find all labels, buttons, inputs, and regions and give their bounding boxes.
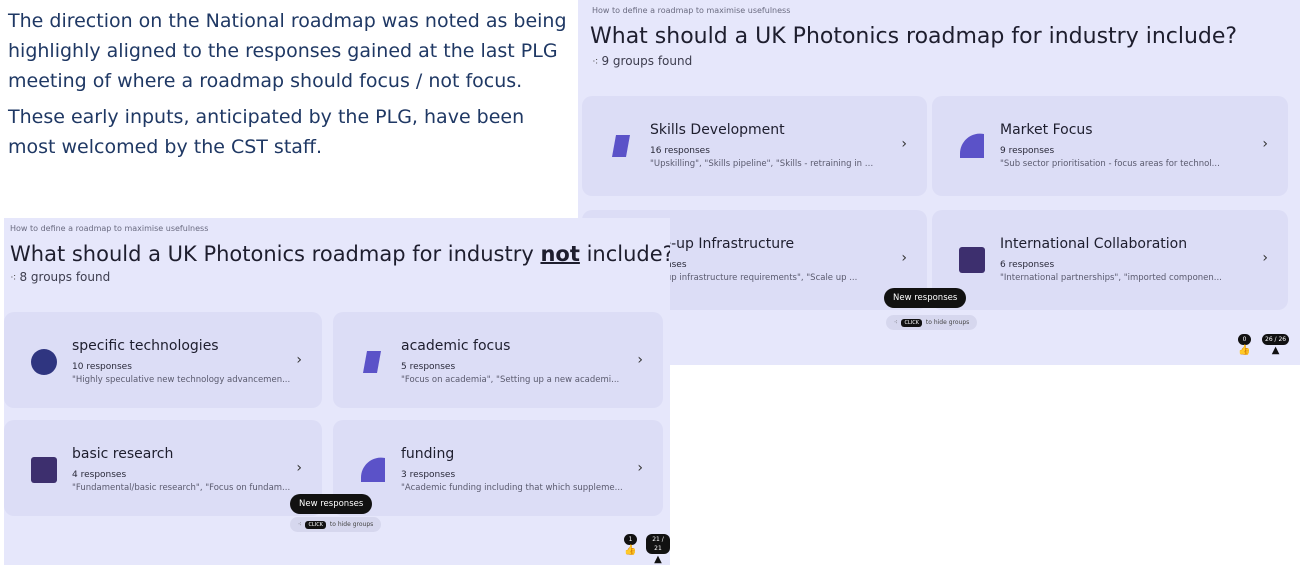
group-card[interactable]: academic focus 5 responses "Focus on aca…: [333, 312, 663, 408]
sparkle-icon: ⁖: [592, 55, 599, 68]
group-count: 10 responses: [72, 362, 132, 372]
hide-groups-label: to hide groups: [329, 521, 374, 528]
thumbs-up-icon: 👍: [1238, 345, 1251, 356]
sparkle-icon: ⁖: [10, 271, 17, 284]
group-card[interactable]: funding 3 responses "Academic funding in…: [333, 420, 663, 516]
groups-found-label: 8 groups found: [19, 270, 111, 284]
hide-groups-label: to hide groups: [925, 319, 970, 326]
square-shape-icon: [31, 457, 57, 483]
group-card[interactable]: Market Focus 9 responses "Sub sector pri…: [932, 96, 1288, 196]
new-responses-button[interactable]: New responses: [884, 288, 967, 308]
hide-groups-hint: ⁖ CLICK to hide groups: [290, 517, 382, 532]
group-name: basic research: [72, 446, 174, 462]
group-quote: "Focus on academia", "Setting up a new a…: [401, 375, 620, 385]
groups-found: ⁖ 9 groups found: [592, 54, 692, 68]
likes-count: 1: [624, 534, 637, 545]
sparkle-icon: ⁖: [298, 521, 302, 528]
group-count: 9 responses: [1000, 146, 1055, 156]
group-card[interactable]: basic research 4 responses "Fundamental/…: [4, 420, 322, 516]
slide-include: How to define a roadmap to maximise usef…: [578, 0, 1300, 365]
likes-stat: 0 👍: [1238, 334, 1251, 357]
click-key-badge: CLICK: [305, 521, 326, 529]
participants-stat: 21 / 21 ▲: [646, 534, 670, 565]
chevron-right-icon: ›: [1262, 250, 1268, 266]
slide-kicker: How to define a roadmap to maximise usef…: [592, 6, 791, 15]
group-count: 16 responses: [650, 146, 710, 156]
thumbs-up-icon: 👍: [624, 545, 637, 556]
group-card[interactable]: specific technologies 10 responses "High…: [4, 312, 322, 408]
group-quote: "Fundamental/basic research", "Focus on …: [72, 483, 291, 493]
chevron-right-icon: ›: [296, 352, 302, 368]
group-name: specific technologies: [72, 338, 219, 354]
group-name: Market Focus: [1000, 122, 1093, 138]
group-quote: "Academic funding including that which s…: [401, 483, 623, 493]
circle-shape-icon: [31, 349, 57, 375]
group-quote: "International partnerships", "imported …: [1000, 273, 1222, 283]
paragraph-1: The direction on the National roadmap wa…: [8, 10, 567, 92]
group-quote: "Upskilling", "Skills pipeline", "Skills…: [650, 159, 875, 169]
likes-stat: 1 👍: [624, 534, 637, 557]
slide-title-part: include?: [579, 242, 670, 266]
chevron-right-icon: ›: [637, 460, 643, 476]
group-name: Skills Development: [650, 122, 785, 138]
groups-found-label: 9 groups found: [601, 54, 693, 68]
slide-title: What should a UK Photonics roadmap for i…: [10, 242, 670, 266]
sparkle-icon: ⁖: [894, 319, 898, 326]
group-name: International Collaboration: [1000, 236, 1188, 252]
group-quote: "Sub sector prioritisation - focus areas…: [1000, 159, 1220, 169]
group-count: 6 responses: [1000, 260, 1055, 270]
participants-stat: 26 / 26 ▲: [1262, 334, 1290, 357]
person-icon: ▲: [1271, 345, 1280, 356]
person-icon: ▲: [654, 554, 662, 565]
group-quote: "Highly speculative new technology advan…: [72, 375, 291, 385]
slide-title: What should a UK Photonics roadmap for i…: [590, 24, 1238, 49]
quarter-circle-shape-icon: [959, 133, 984, 158]
group-card[interactable]: International Collaboration 6 responses …: [932, 210, 1288, 310]
chevron-right-icon: ›: [296, 460, 302, 476]
paragraph-2: These early inputs, anticipated by the P…: [8, 106, 525, 158]
groups-found: ⁖ 8 groups found: [10, 270, 110, 284]
click-key-badge: CLICK: [901, 319, 922, 327]
group-name: academic focus: [401, 338, 511, 354]
chevron-right-icon: ›: [1262, 136, 1268, 152]
group-count: 4 responses: [72, 470, 127, 480]
participants-count: 26 / 26: [1262, 334, 1290, 345]
chevron-right-icon: ›: [901, 136, 907, 152]
parallelogram-shape-icon: [363, 351, 381, 373]
slide-title-part: What should a UK Photonics roadmap for i…: [10, 242, 541, 266]
likes-count: 0: [1238, 334, 1251, 345]
group-quote: ale-up infrastructure requirements", "Sc…: [650, 273, 858, 283]
document-text: The direction on the National roadmap wa…: [8, 6, 568, 168]
slide-not-include: How to define a roadmap to maximise usef…: [4, 218, 670, 565]
group-count: 3 responses: [401, 470, 456, 480]
slide-title-emphasis: not: [540, 242, 580, 266]
group-count: 5 responses: [401, 362, 456, 372]
chevron-right-icon: ›: [637, 352, 643, 368]
participants-count: 21 / 21: [646, 534, 670, 554]
square-shape-icon: [959, 247, 985, 273]
group-card[interactable]: Skills Development 16 responses "Upskill…: [582, 96, 927, 196]
chevron-right-icon: ›: [901, 250, 907, 266]
group-name: funding: [401, 446, 455, 462]
parallelogram-shape-icon: [612, 135, 630, 157]
group-name: ale-up Infrastructure: [650, 236, 795, 252]
quarter-circle-shape-icon: [360, 457, 385, 482]
new-responses-button[interactable]: New responses: [290, 494, 373, 514]
slide-kicker: How to define a roadmap to maximise usef…: [10, 224, 209, 233]
hide-groups-hint: ⁖ CLICK to hide groups: [886, 315, 978, 330]
